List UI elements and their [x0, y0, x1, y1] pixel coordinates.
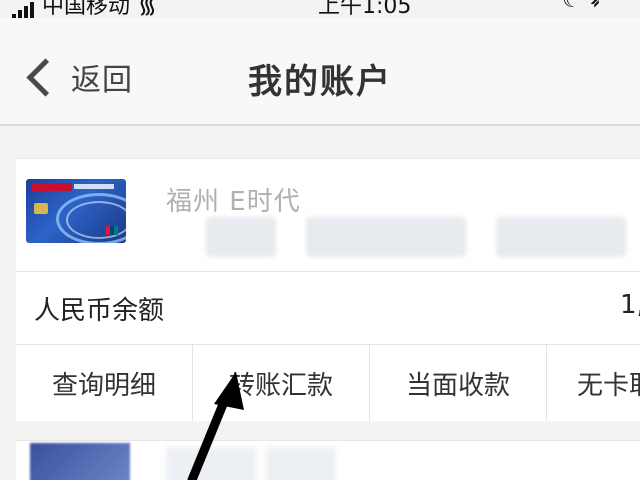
bank-card-image — [26, 179, 126, 243]
status-bar: 中国移动 ᯾ 上午1:05 ☾ ➶ — [0, 0, 640, 20]
screen: 中国移动 ᯾ 上午1:05 ☾ ➶ 返回 我的账户 福州 E时代 人民币余额 1… — [0, 0, 640, 480]
status-icons: ☾ ➶ — [562, 0, 607, 13]
signal-icon — [12, 0, 34, 20]
status-time: 上午1:05 — [318, 0, 412, 19]
carrier-label: 中国移动 — [42, 0, 131, 19]
unionpay-logo-icon — [106, 226, 118, 235]
bank-logo-icon — [32, 183, 72, 191]
balance-row: 人民币余额 1, — [16, 272, 640, 342]
nav-bar: 返回 我的账户 — [0, 18, 640, 126]
transfer-button[interactable]: 转账汇款 — [193, 345, 370, 421]
bank-card-image-2 — [30, 443, 130, 480]
account-name: 福州 E时代 — [166, 187, 301, 217]
query-details-button[interactable]: 查询明细 — [16, 345, 193, 421]
account-card-header[interactable]: 福州 E时代 — [16, 159, 640, 271]
card-chip-icon — [34, 203, 48, 214]
page-title: 我的账户 — [248, 62, 392, 102]
location-icon: ➶ — [588, 0, 608, 13]
status-left: 中国移动 ᯾ — [12, 0, 157, 20]
account-card-2[interactable] — [16, 440, 640, 480]
receive-payment-button[interactable]: 当面收款 — [370, 345, 547, 421]
cardless-withdrawal-button[interactable]: 无卡取 — [547, 345, 640, 421]
account-card: 福州 E时代 人民币余额 1, 查询明细 转账汇款 当面收款 无卡取 — [16, 158, 640, 421]
account-number-redacted — [166, 217, 640, 257]
moon-icon: ☾ — [562, 0, 582, 13]
balance-label: 人民币余额 — [34, 296, 165, 326]
balance-value: 1, — [620, 290, 640, 320]
wifi-icon: ᯾ — [138, 0, 157, 19]
action-row: 查询明细 转账汇款 当面收款 无卡取 — [16, 344, 640, 421]
